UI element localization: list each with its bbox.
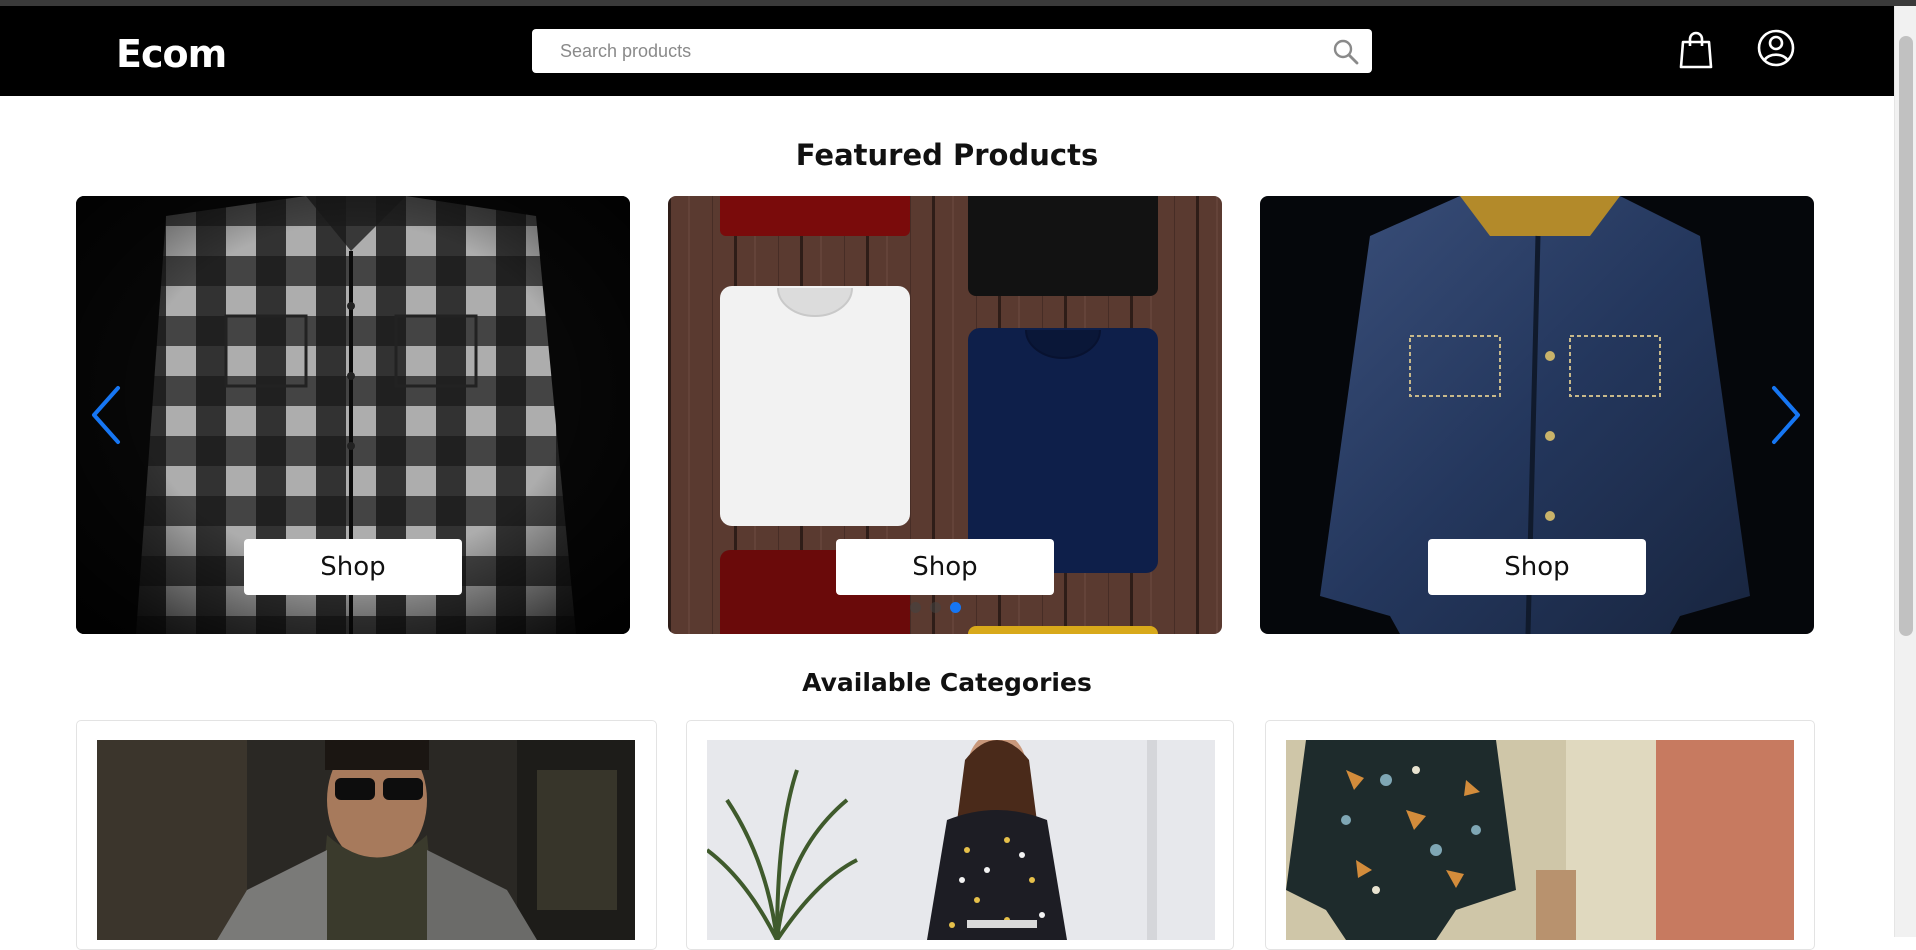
navbar: Ecom (0, 6, 1894, 96)
category-card-kids[interactable] (1265, 720, 1815, 950)
shop-button-denim-jacket[interactable]: Shop (1428, 539, 1646, 595)
carousel-slide-denim-jacket: Shop (1260, 196, 1814, 634)
page-scrollbar[interactable] (1894, 6, 1916, 937)
carousel-dot-2[interactable] (930, 602, 941, 613)
category-image-men (97, 740, 635, 940)
category-card-men[interactable] (76, 720, 657, 950)
carousel-slide-t-shirts: Shop (668, 196, 1222, 634)
search-bar (532, 29, 1372, 73)
carousel-slide-flannel-shirt: Shop (76, 196, 630, 634)
chevron-left-icon[interactable] (88, 384, 124, 446)
category-card-women[interactable] (686, 720, 1234, 950)
search-input[interactable] (560, 29, 1300, 73)
available-categories-title: Available Categories (802, 668, 1092, 697)
featured-products-title: Featured Products (795, 138, 1099, 172)
brand-logo[interactable]: Ecom (116, 32, 227, 76)
user-account-icon[interactable] (1756, 28, 1796, 68)
carousel-dot-3[interactable] (950, 602, 961, 613)
carousel-dot-1[interactable] (910, 602, 921, 613)
shop-button-flannel-shirt[interactable]: Shop (244, 539, 462, 595)
chevron-right-icon[interactable] (1768, 384, 1804, 446)
scrollbar-thumb[interactable] (1899, 36, 1913, 636)
search-icon[interactable] (1332, 38, 1360, 66)
shop-button-t-shirts[interactable]: Shop (836, 539, 1054, 595)
category-image-women (707, 740, 1215, 940)
shopping-bag-icon[interactable] (1678, 30, 1714, 70)
category-image-kids (1286, 740, 1794, 940)
